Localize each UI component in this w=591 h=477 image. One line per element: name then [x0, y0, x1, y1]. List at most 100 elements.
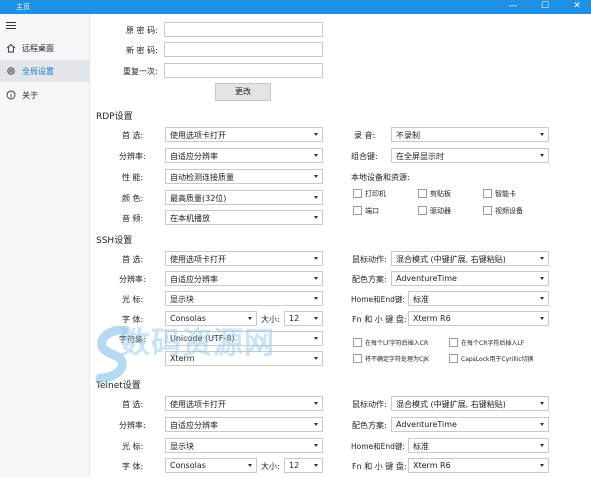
printer-checkbox-label: 打印机	[365, 190, 386, 198]
rdp-combo-select[interactable]: 在全屏显示时	[391, 148, 549, 163]
rdp-performance-select[interactable]: 自动检测连接质量	[165, 169, 323, 184]
change-password-button[interactable]: 更改	[215, 83, 271, 101]
rdp-section-title: RDP设置	[96, 112, 133, 122]
chevron-down-icon	[314, 444, 318, 447]
chevron-down-icon	[314, 317, 318, 320]
cjk-ambiguous-checkbox[interactable]	[353, 354, 362, 363]
ssh-color-scheme-select[interactable]: AdventureTime	[391, 271, 549, 286]
telnet-preference-select[interactable]: 使用选项卡打开	[165, 396, 323, 411]
rdp-preference-label: 首 选:	[122, 131, 144, 140]
gear-icon	[5, 65, 16, 76]
ssh-mouse-action-label: 鼠标动作:	[352, 255, 387, 264]
old-password-field[interactable]	[164, 22, 323, 37]
hamburger-menu-icon[interactable]	[6, 22, 16, 30]
ssh-resolution-label: 分辨率:	[119, 275, 146, 284]
rdp-audio-label: 音 频:	[122, 214, 144, 223]
ssh-color-scheme-label: 配色方案:	[352, 275, 387, 284]
ssh-resolution-select[interactable]: 自适应分辨率	[165, 271, 323, 286]
rdp-color-label: 颜 色:	[122, 194, 144, 203]
telnet-home-end-label: Home和End键:	[351, 442, 405, 451]
ssh-preference-select[interactable]: 使用选项卡打开	[165, 251, 323, 266]
chevron-down-icon	[314, 464, 318, 467]
smartcard-checkbox-label: 智能卡	[495, 190, 516, 198]
rdp-color-select[interactable]: 最高质量(32位)	[165, 190, 323, 205]
new-password-field[interactable]	[164, 42, 323, 57]
ssh-mouse-action-select[interactable]: 混合模式 (中键扩展, 右键粘贴)	[391, 251, 549, 266]
clipboard-checkbox[interactable]	[418, 189, 427, 198]
telnet-cursor-label: 光 标:	[122, 442, 144, 451]
telnet-resolution-select[interactable]: 自适应分辨率	[165, 417, 323, 432]
minimize-button[interactable]: —	[499, 0, 527, 14]
chevron-down-icon	[314, 357, 318, 360]
ssh-section-title: SSH设置	[96, 236, 133, 246]
chevron-down-icon	[314, 196, 318, 199]
chevron-down-icon	[314, 423, 318, 426]
chevron-down-icon	[314, 277, 318, 280]
port-checkbox[interactable]	[353, 206, 362, 215]
printer-checkbox[interactable]	[353, 189, 362, 198]
window-title: 主页	[16, 3, 30, 11]
video-device-checkbox-label: 视频设备	[495, 207, 523, 215]
telnet-cursor-select[interactable]: 显示块	[165, 438, 323, 453]
sidebar-item-global-settings[interactable]: 全局设置	[0, 60, 90, 82]
telnet-font-select[interactable]: Consolas	[165, 458, 257, 473]
close-button[interactable]: ✕	[563, 0, 591, 14]
cr-insert-lf-label: 在每个CR字符后插入LF	[461, 340, 525, 347]
maximize-button[interactable]: ☐	[531, 0, 559, 14]
telnet-mouse-action-label: 鼠标动作:	[352, 400, 387, 409]
ssh-preference-label: 首 选:	[122, 255, 144, 264]
chevron-down-icon	[248, 464, 252, 467]
telnet-size-select[interactable]: 12	[284, 458, 323, 473]
sidebar-item-remote-desktop[interactable]: 远程桌面	[0, 37, 90, 59]
ssh-home-end-select[interactable]: 标准	[408, 291, 549, 306]
telnet-preference-label: 首 选:	[122, 400, 144, 409]
telnet-home-end-select[interactable]: 标准	[408, 438, 549, 453]
rdp-record-select[interactable]: 不录制	[391, 127, 549, 142]
sidebar-item-label: 关于	[22, 91, 38, 100]
ssh-fn-keypad-label: Fn 和 小 键 盘:	[352, 315, 407, 324]
telnet-color-scheme-select[interactable]: AdventureTime	[391, 417, 549, 432]
sidebar-item-about[interactable]: 关于	[0, 84, 90, 106]
lf-insert-cr-checkbox[interactable]	[353, 338, 362, 347]
chevron-down-icon	[540, 297, 544, 300]
video-device-checkbox[interactable]	[483, 206, 492, 215]
ssh-size-select[interactable]: 12	[284, 311, 323, 326]
ssh-cursor-select[interactable]: 显示块	[165, 291, 323, 306]
repeat-password-field[interactable]	[164, 63, 323, 78]
local-devices-label: 本地设备和资源:	[351, 173, 410, 182]
chevron-down-icon	[540, 133, 544, 136]
cjk-ambiguous-label: 将不确定字符处理为CJK	[365, 356, 429, 363]
rdp-preference-select[interactable]: 使用选项卡打开	[165, 127, 323, 142]
title-bar: 主页 — ☐ ✕	[0, 0, 591, 14]
rdp-record-label: 录 音:	[354, 131, 376, 140]
chevron-down-icon	[314, 175, 318, 178]
telnet-fn-keypad-select[interactable]: Xterm R6	[408, 458, 549, 473]
chevron-down-icon	[314, 297, 318, 300]
rdp-resolution-select[interactable]: 自适应分辨率	[165, 148, 323, 163]
capslock-cyrillic-checkbox[interactable]	[449, 354, 458, 363]
telnet-mouse-action-select[interactable]: 混合模式 (中键扩展, 右键粘贴)	[391, 396, 549, 411]
rdp-resolution-label: 分辨率:	[119, 152, 146, 161]
ssh-cursor-label: 光 标:	[122, 295, 144, 304]
lf-insert-cr-label: 在每个LF字符后插入CR	[365, 340, 429, 347]
chevron-down-icon	[540, 154, 544, 157]
port-checkbox-label: 端口	[365, 207, 379, 215]
ssh-fn-keypad-select[interactable]: Xterm R6	[408, 311, 549, 326]
rdp-performance-label: 性 能:	[122, 173, 144, 182]
chevron-down-icon	[314, 154, 318, 157]
telnet-color-scheme-label: 配色方案:	[352, 421, 387, 430]
home-icon	[5, 42, 16, 53]
chevron-down-icon	[314, 257, 318, 260]
chevron-down-icon	[540, 277, 544, 280]
chevron-down-icon	[540, 423, 544, 426]
smartcard-checkbox[interactable]	[483, 189, 492, 198]
cr-insert-lf-checkbox[interactable]	[449, 338, 458, 347]
rdp-audio-select[interactable]: 在本机播放	[165, 210, 323, 225]
chevron-down-icon	[540, 444, 544, 447]
capslock-cyrillic-label: CapsLock用于Cyrillic切换	[461, 356, 534, 363]
chevron-down-icon	[540, 317, 544, 320]
chevron-down-icon	[314, 133, 318, 136]
new-password-label: 新 密 码:	[126, 46, 158, 55]
drive-checkbox[interactable]	[418, 206, 427, 215]
ssh-home-end-label: Home和End键:	[351, 295, 405, 304]
